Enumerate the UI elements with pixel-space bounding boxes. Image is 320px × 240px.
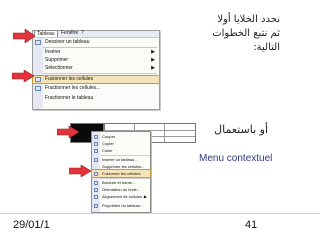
ctx-item-label: Bordure et trame... <box>102 180 136 185</box>
ctx-item-label: Supprimer les cellules... <box>102 164 145 169</box>
ctx-item-label: Propriétés du tableau... <box>102 203 144 208</box>
submenu-arrow-icon: ▶ <box>151 49 155 55</box>
border-icon <box>94 180 98 185</box>
alt-instruction: أو باستعمال <box>214 123 268 136</box>
footer-divider <box>0 213 320 214</box>
insert-table-icon <box>94 157 98 162</box>
context-menu-caption: Menu contextuel <box>199 153 273 164</box>
ctx-item-label: Copier <box>102 141 114 146</box>
table-cell-divider <box>164 124 165 142</box>
ctx-item-label: Coller <box>102 148 113 153</box>
menu-bar-help[interactable]: ? <box>81 30 84 36</box>
page-number: 41 <box>245 219 258 231</box>
split-cells-icon <box>35 86 41 91</box>
ctx-item-label: Couper <box>102 134 116 139</box>
arrow-icon <box>12 70 34 82</box>
menu-item-label: Dessiner un tableau <box>45 39 90 45</box>
align-icon <box>94 194 98 199</box>
menu-item-selectionner[interactable]: Sélectionner ▶ <box>33 65 159 72</box>
menu-item-dessiner[interactable]: Dessiner un tableau <box>33 39 159 46</box>
menu-item-label: Fusionner les cellules <box>45 76 94 82</box>
submenu-arrow-icon: ▶ <box>151 57 155 63</box>
menu-item-inserer[interactable]: Insérer ▶ <box>33 49 159 56</box>
ctx-item-orientation[interactable]: Orientation du texte... <box>92 186 150 193</box>
menu-item-label: Supprimer <box>45 57 69 63</box>
text-direction-icon <box>94 187 98 192</box>
menu-item-label: Insérer <box>45 49 61 55</box>
menu-item-fractionner-tableau[interactable]: Fractionner le tableau <box>33 95 159 102</box>
ctx-item-bordure[interactable]: Bordure et trame... <box>92 179 150 186</box>
arrow-icon <box>69 165 91 177</box>
paste-icon <box>94 148 98 153</box>
footer-date: 29/01/1 <box>13 219 50 231</box>
ctx-item-label: Fusionner les cellules <box>102 171 141 176</box>
menu-bar-fenetre[interactable]: Fenêtre <box>61 30 78 36</box>
ctx-item-proprietes[interactable]: Propriétés du tableau... <box>92 202 150 209</box>
ctx-item-coller[interactable]: Coller <box>92 147 150 154</box>
submenu-arrow-icon: ▶ <box>151 65 155 71</box>
ctx-item-supprimer-cellules[interactable]: Supprimer les cellules... <box>92 163 150 170</box>
ctx-item-inserer-tableau[interactable]: Insérer un tableau... <box>92 156 150 163</box>
ctx-item-label: Orientation du texte... <box>102 187 141 192</box>
scissors-icon <box>94 134 98 139</box>
table-properties-icon <box>94 203 98 208</box>
merge-cells-icon <box>35 77 41 82</box>
instruction-line-3: التالية: <box>253 42 280 53</box>
arrow-icon <box>57 126 79 138</box>
menu-item-label: Sélectionner <box>45 65 73 71</box>
ctx-item-couper[interactable]: Couper <box>92 133 150 140</box>
ctx-item-label: Insérer un tableau... <box>102 157 138 162</box>
menu-separator <box>43 47 157 48</box>
instruction-line-2: ثم نتبع الخطوات <box>212 28 280 39</box>
pencil-icon <box>35 40 41 45</box>
menu-item-fusionner[interactable]: Fusionner les cellules <box>32 75 160 84</box>
ctx-item-fusionner[interactable]: Fusionner les cellules <box>91 169 151 178</box>
submenu-arrow-icon: ▶ <box>143 194 147 199</box>
table-menu: Tableau Fenêtre ? Dessiner un tableau In… <box>32 30 160 110</box>
menu-item-fractionner-cellules[interactable]: Fractionner les cellules... <box>33 85 159 92</box>
ctx-item-label: Alignement de cellules <box>102 194 143 199</box>
menu-item-supprimer[interactable]: Supprimer ▶ <box>33 57 159 64</box>
slide: نحدد الخلايا أولا ثم نتبع الخطوات التالي… <box>0 0 320 240</box>
instruction-line-1: نحدد الخلايا أولا <box>217 14 280 25</box>
copy-icon <box>94 141 98 146</box>
merge-cells-icon <box>94 171 98 176</box>
menu-item-label: Fractionner les cellules... <box>45 85 101 91</box>
context-menu: Couper Copier Coller Insérer un tableau.… <box>91 131 151 213</box>
menu-bar-tableau[interactable]: Tableau <box>34 30 58 37</box>
menu-bar: Tableau Fenêtre ? <box>33 30 159 38</box>
ctx-item-copier[interactable]: Copier <box>92 140 150 147</box>
ctx-item-alignement[interactable]: Alignement de cellules ▶ <box>92 193 150 200</box>
menu-item-label: Fractionner le tableau <box>45 95 94 101</box>
menu-separator <box>43 73 157 74</box>
arrow-icon <box>13 29 35 43</box>
